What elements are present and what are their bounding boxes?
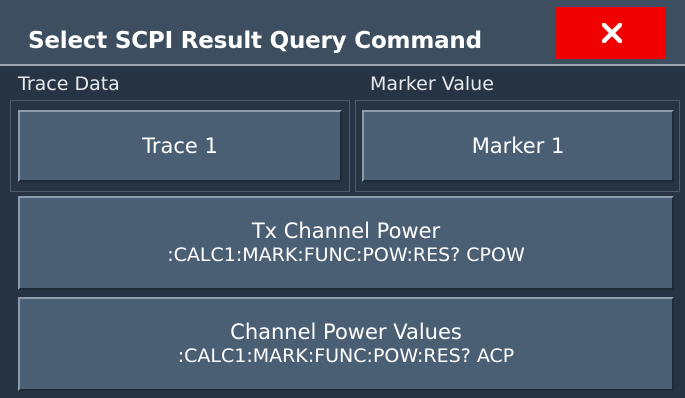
marker-value-label: Marker Value	[370, 73, 494, 95]
scpi-query-dialog: Select SCPI Result Query Command Trace D…	[0, 0, 685, 398]
channel-power-values-label: Channel Power Values	[230, 320, 462, 344]
close-x-icon	[602, 23, 622, 43]
trace-1-button[interactable]: Trace 1	[18, 110, 342, 182]
tx-channel-power-label: Tx Channel Power	[251, 219, 441, 243]
tx-channel-power-button[interactable]: Tx Channel Power :CALC1:MARK:FUNC:POW:RE…	[18, 196, 674, 290]
channel-power-values-button[interactable]: Channel Power Values :CALC1:MARK:FUNC:PO…	[18, 297, 674, 391]
channel-power-values-command: :CALC1:MARK:FUNC:POW:RES? ACP	[177, 345, 515, 367]
marker-1-button[interactable]: Marker 1	[362, 110, 674, 182]
trace-data-label: Trace Data	[18, 73, 120, 95]
dialog-titlebar: Select SCPI Result Query Command	[0, 0, 685, 66]
dialog-title: Select SCPI Result Query Command	[28, 28, 482, 54]
close-button[interactable]	[556, 7, 666, 59]
tx-channel-power-command: :CALC1:MARK:FUNC:POW:RES? CPOW	[167, 244, 525, 266]
